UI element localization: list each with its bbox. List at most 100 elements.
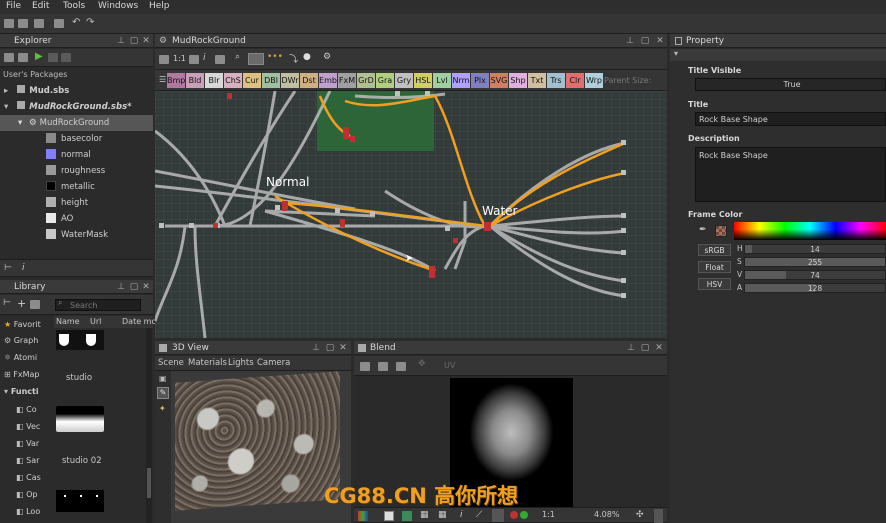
expand-arrow-icon[interactable]: ▾: [4, 102, 8, 112]
node-tab-gry[interactable]: Gry: [395, 73, 413, 88]
save-icon[interactable]: [54, 19, 64, 28]
mode-srgb-button[interactable]: sRGB: [698, 244, 731, 256]
float-icon[interactable]: ▢: [640, 34, 650, 48]
thumbnail-studio[interactable]: [56, 330, 104, 350]
channel-v-slider[interactable]: 74: [744, 270, 886, 280]
channel-s-slider[interactable]: 255: [744, 257, 886, 267]
col-url[interactable]: Url: [90, 316, 101, 328]
output-item[interactable]: WaterMask: [46, 227, 108, 243]
title-visible-dropdown[interactable]: True: [695, 78, 886, 91]
output-item[interactable]: AO: [46, 211, 73, 227]
menu-edit[interactable]: Edit: [32, 1, 49, 11]
close-icon[interactable]: ✕: [141, 280, 151, 294]
new-graph-icon[interactable]: [18, 19, 28, 28]
more-tabs-icon[interactable]: »: [592, 74, 597, 83]
open-icon[interactable]: [34, 19, 44, 28]
undo-icon[interactable]: ↶: [72, 17, 80, 28]
link-icon[interactable]: ⤵: [289, 52, 298, 65]
property-section-bar[interactable]: ▾: [670, 49, 886, 61]
mode-float-button[interactable]: Float: [698, 261, 731, 273]
node-tab-dst[interactable]: Dst: [300, 73, 318, 88]
graph-canvas[interactable]: Normal Water ➤: [155, 91, 667, 338]
node-tab-plx[interactable]: Plx: [471, 73, 489, 88]
node-tab-shp[interactable]: Shp: [509, 73, 527, 88]
output-item[interactable]: normal: [46, 147, 91, 163]
float-icon[interactable]: ▢: [640, 341, 650, 355]
node-tab-dwr[interactable]: DWr: [281, 73, 299, 88]
expand-arrow-icon[interactable]: ▾: [18, 118, 22, 128]
zoom-ratio[interactable]: 1:1: [542, 510, 555, 519]
output-item[interactable]: roughness: [46, 163, 105, 179]
float-icon[interactable]: ▢: [129, 34, 139, 48]
output-item[interactable]: height: [46, 195, 88, 211]
info-icon[interactable]: i: [22, 263, 25, 273]
output-item[interactable]: basecolor: [46, 131, 102, 147]
folder-icon[interactable]: [30, 300, 40, 309]
node-tab-nrm[interactable]: Nrm: [452, 73, 470, 88]
zoom-ratio[interactable]: 1:1: [173, 54, 186, 63]
color-mode-icon[interactable]: [358, 511, 368, 521]
brush-icon[interactable]: ✎: [157, 387, 169, 399]
category-functions[interactable]: ▾ Functi: [0, 384, 48, 400]
pin-icon[interactable]: ⊥: [116, 34, 126, 48]
node-tab-bmp[interactable]: Bmp: [167, 73, 185, 88]
zoom-fit-icon[interactable]: ✣: [636, 510, 644, 520]
new-icon[interactable]: [18, 53, 28, 62]
channel-select[interactable]: UV: [444, 361, 455, 370]
channel-green-icon[interactable]: [520, 511, 528, 519]
col-date[interactable]: Date mo: [122, 316, 156, 328]
copy-icon[interactable]: [378, 362, 388, 371]
package-item[interactable]: ▾ MudRockGround.sbs*: [4, 99, 132, 115]
gear-icon[interactable]: ⚙: [323, 52, 331, 62]
publish-icon[interactable]: [48, 53, 58, 62]
frame-icon[interactable]: [492, 509, 504, 522]
color-icon[interactable]: [402, 511, 412, 521]
node-tab-chs[interactable]: ChS: [224, 73, 242, 88]
menu-tools[interactable]: Tools: [63, 1, 85, 11]
close-icon[interactable]: ✕: [141, 34, 151, 48]
library-search-input[interactable]: Search: [55, 299, 141, 311]
function-item[interactable]: ◧ Sar: [0, 453, 48, 469]
mode-hsv-button[interactable]: HSV: [698, 278, 731, 290]
thumbnail-lights[interactable]: [56, 490, 104, 512]
pin-icon[interactable]: ⊥: [116, 280, 126, 294]
node-tab-dbl[interactable]: DBl: [262, 73, 280, 88]
close-icon[interactable]: ✕: [338, 341, 348, 355]
node-tab-gra[interactable]: Gra: [376, 73, 394, 88]
display-icon[interactable]: [215, 55, 225, 64]
save-package-icon[interactable]: [4, 53, 14, 62]
tile-icon[interactable]: ▦: [438, 510, 447, 520]
category-fxmap[interactable]: ⊞ FxMap: [0, 367, 48, 383]
menu-help[interactable]: Help: [149, 1, 170, 11]
eyedropper-icon[interactable]: ✒: [699, 225, 707, 235]
output-item[interactable]: metallic: [46, 179, 95, 195]
node-tab-fxm[interactable]: FxM: [338, 73, 356, 88]
menu-file[interactable]: File: [6, 1, 21, 11]
function-item[interactable]: ◧ Op: [0, 487, 48, 503]
function-item[interactable]: ◧ Cas: [0, 470, 48, 486]
function-item[interactable]: ◧ Loo: [0, 504, 48, 520]
node-tab-svg[interactable]: SVG: [490, 73, 508, 88]
function-item[interactable]: ◧ Co: [0, 402, 48, 418]
list-icon[interactable]: ☰: [159, 75, 166, 84]
pin-icon[interactable]: ⊥: [625, 34, 635, 48]
category-favorites[interactable]: ★ Favorit: [0, 317, 48, 333]
library-scrollbar[interactable]: [146, 328, 152, 523]
search-icon[interactable]: ⌕: [235, 52, 240, 62]
node-tab-lvl[interactable]: Lvl: [433, 73, 451, 88]
layout-toggle[interactable]: [248, 53, 264, 65]
node-tab-bld[interactable]: Bld: [186, 73, 204, 88]
thumbnail-studio-02[interactable]: [56, 406, 104, 432]
tree-icon[interactable]: ⊢: [3, 298, 11, 308]
node-tab-clr[interactable]: Clr: [566, 73, 584, 88]
function-item[interactable]: ◧ Vec: [0, 419, 48, 435]
ruler-icon[interactable]: ⟋: [476, 510, 482, 520]
pin-icon[interactable]: ⊥: [626, 341, 636, 355]
menu-camera[interactable]: Camera: [257, 356, 290, 370]
frame-icon[interactable]: ▣: [159, 374, 167, 383]
title-input[interactable]: Rock Base Shape: [695, 112, 886, 126]
channel-h-slider[interactable]: 14: [744, 244, 886, 254]
play-icon[interactable]: ▶: [35, 51, 43, 62]
node-tab-trs[interactable]: Trs: [547, 73, 565, 88]
save-image-icon[interactable]: [360, 362, 370, 371]
